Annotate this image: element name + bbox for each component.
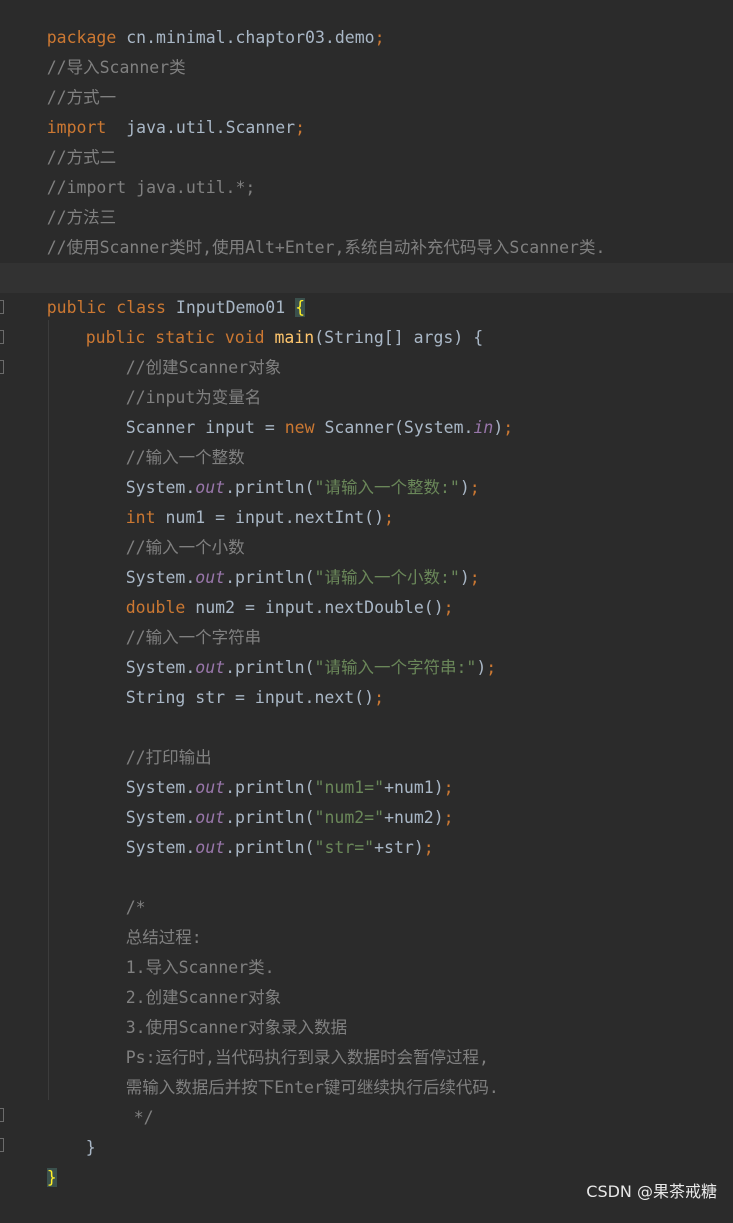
code-line: 需输入数据后并按下Enter键可继续执行后续代码.: [0, 1043, 733, 1097]
code-editor[interactable]: package cn.minimal.chaptor03.demo; //导入S…: [0, 0, 733, 1187]
code-line: int num1 = input.nextInt();: [0, 473, 733, 527]
code-line: Scanner input = new Scanner(System.in);: [0, 383, 733, 437]
code-line: //使用Scanner类时,使用Alt+Enter,系统自动补充代码导入Scan…: [0, 203, 733, 257]
code-line: double num2 = input.nextDouble();: [0, 563, 733, 617]
code-line: //输入一个字符串: [0, 593, 733, 647]
code-line: //方式二: [0, 113, 733, 167]
code-line: Ps:运行时,当代码执行到录入数据时会暂停过程,: [0, 1013, 733, 1067]
brace-match-highlight: }: [46, 1168, 57, 1187]
code-line: //输入一个整数: [0, 413, 733, 467]
code-line: 2.创建Scanner对象: [0, 953, 733, 1007]
code-line: System.out.println("请输入一个字符串:");: [0, 623, 733, 677]
code-line: System.out.println("请输入一个小数:");: [0, 533, 733, 587]
code-line: */: [0, 1073, 733, 1127]
code-line: System.out.println("请输入一个整数:");: [0, 443, 733, 497]
code-line: }: [0, 1103, 733, 1157]
code-line: 1.导入Scanner类.: [0, 923, 733, 977]
code-line: //方法三: [0, 173, 733, 227]
code-line: package cn.minimal.chaptor03.demo;: [0, 0, 733, 47]
code-line: System.out.println("num1="+num1);: [0, 743, 733, 797]
code-line: //导入Scanner类: [0, 23, 733, 77]
code-line: //打印输出: [0, 713, 733, 767]
code-line: //创建Scanner对象: [0, 323, 733, 377]
code-line: public static void main(String[] args) {: [0, 293, 733, 347]
code-line: //import java.util.*;: [0, 143, 733, 197]
code-line: System.out.println("num2="+num2);: [0, 773, 733, 827]
code-line: 3.使用Scanner对象录入数据: [0, 983, 733, 1037]
watermark: CSDN @果茶戒糖: [586, 1182, 717, 1201]
code-line: }: [0, 1133, 733, 1187]
code-line: //方式一: [0, 53, 733, 107]
code-line: //input为变量名: [0, 353, 733, 407]
code-line: /*: [0, 863, 733, 917]
code-line: 总结过程:: [0, 893, 733, 947]
code-line-current: public class InputDemo01 {: [0, 263, 733, 317]
code-line: System.out.println("str="+str);: [0, 803, 733, 857]
code-line: //输入一个小数: [0, 503, 733, 557]
code-line: String str = input.next();: [0, 653, 733, 707]
code-line: import java.util.Scanner;: [0, 83, 733, 137]
